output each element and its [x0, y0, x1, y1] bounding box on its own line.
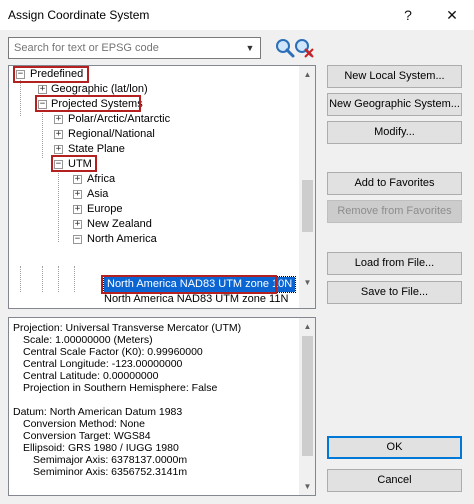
tree-node-new-zealand[interactable]: New Zealand: [87, 217, 152, 232]
tree-node-nad83-utm-11n[interactable]: North America NAD83 UTM zone 11N: [104, 292, 288, 307]
expand-icon[interactable]: +: [38, 85, 47, 94]
scroll-down-icon[interactable]: ▼: [299, 478, 315, 495]
coordinate-system-tree[interactable]: − Predefined + Geographic (lat/lon) − Pr…: [8, 65, 316, 309]
tree-connector: [58, 266, 59, 292]
expand-icon[interactable]: +: [54, 145, 63, 154]
detail-line: Projection: Universal Transverse Mercato…: [13, 322, 242, 334]
detail-line: Scale: 1.00000000 (Meters): [23, 334, 153, 346]
detail-line: Central Latitude: 0.00000000: [23, 370, 159, 382]
scroll-thumb[interactable]: [302, 336, 313, 456]
tree-connector: [42, 266, 43, 292]
add-to-favorites-button[interactable]: Add to Favorites: [327, 172, 462, 195]
clear-search-icon[interactable]: [293, 37, 315, 59]
chevron-down-icon[interactable]: ▼: [240, 38, 260, 58]
modify-button[interactable]: Modify...: [327, 121, 462, 144]
help-button[interactable]: ?: [390, 2, 426, 28]
tree-node-africa[interactable]: Africa: [87, 172, 115, 187]
search-input[interactable]: [9, 38, 237, 58]
window-title: Assign Coordinate System: [8, 8, 150, 22]
scroll-down-icon[interactable]: ▼: [299, 274, 315, 291]
tree-connector: [20, 266, 21, 292]
details-vertical-scrollbar[interactable]: ▲ ▼: [299, 318, 315, 495]
highlight-box: [13, 66, 89, 83]
detail-line: Central Scale Factor (K0): 0.99960000: [23, 346, 203, 358]
save-to-file-button[interactable]: Save to File...: [327, 281, 462, 304]
expand-icon[interactable]: +: [73, 220, 82, 229]
detail-line: Conversion Method: None: [23, 418, 145, 430]
detail-line: Datum: North American Datum 1983: [13, 406, 183, 418]
ok-button[interactable]: OK: [327, 436, 462, 459]
title-bar: Assign Coordinate System ? ✕: [0, 0, 474, 30]
detail-line: Central Longitude: -123.00000000: [23, 358, 183, 370]
collapse-icon[interactable]: −: [73, 235, 82, 244]
tree-connector: [42, 110, 43, 158]
detail-line: Conversion Target: WGS84: [23, 430, 151, 442]
search-combobox[interactable]: ▼: [8, 37, 261, 59]
new-geographic-system-button[interactable]: New Geographic System...: [327, 93, 462, 116]
assign-coordinate-system-dialog: Assign Coordinate System ? ✕ ▼ − Predefi…: [0, 0, 474, 504]
coordinate-system-details: Projection: Universal Transverse Mercato…: [8, 317, 316, 496]
scroll-thumb[interactable]: [302, 180, 313, 232]
detail-line: Projection in Southern Hemisphere: False: [23, 382, 218, 394]
tree-vertical-scrollbar[interactable]: ▲ ▼: [299, 66, 315, 308]
scroll-up-icon[interactable]: ▲: [299, 66, 315, 83]
tree-node-europe[interactable]: Europe: [87, 202, 122, 217]
detail-line: Semiminor Axis: 6356752.3141m: [33, 466, 188, 478]
tree-node-regional[interactable]: Regional/National: [68, 127, 155, 142]
expand-icon[interactable]: +: [54, 115, 63, 124]
detail-line: Semimajor Axis: 6378137.0000m: [33, 454, 188, 466]
expand-icon[interactable]: +: [54, 130, 63, 139]
expand-icon[interactable]: +: [73, 175, 82, 184]
tree-connector: [58, 170, 59, 242]
remove-from-favorites-button[interactable]: Remove from Favorites: [327, 200, 462, 223]
new-local-system-button[interactable]: New Local System...: [327, 65, 462, 88]
scroll-up-icon[interactable]: ▲: [299, 318, 315, 335]
tree-connector: [74, 266, 75, 292]
tree-connector: [20, 80, 21, 116]
highlight-box: [51, 155, 97, 172]
tree-node-polar[interactable]: Polar/Arctic/Antarctic: [68, 112, 170, 127]
tree-node-asia[interactable]: Asia: [87, 187, 108, 202]
highlight-box: [35, 95, 141, 112]
expand-icon[interactable]: +: [73, 190, 82, 199]
load-from-file-button[interactable]: Load from File...: [327, 252, 462, 275]
expand-icon[interactable]: +: [73, 205, 82, 214]
cancel-button[interactable]: Cancel: [327, 469, 462, 492]
detail-line: Ellipsoid: GRS 1980 / IUGG 1980: [23, 442, 179, 454]
close-button[interactable]: ✕: [434, 2, 470, 28]
tree-node-north-america[interactable]: North America: [87, 232, 157, 247]
